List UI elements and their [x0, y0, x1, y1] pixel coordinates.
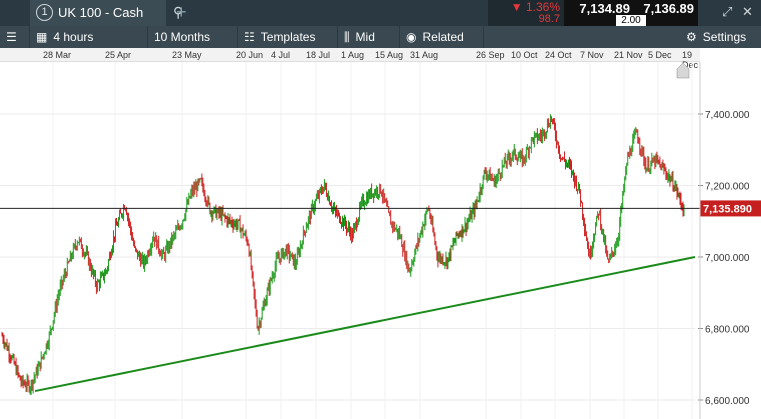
- interval-label: 4 hours: [53, 30, 94, 44]
- candles-icon: ⫼: [344, 29, 350, 44]
- support-trendline: [34, 256, 696, 393]
- date-label: 23 May: [172, 50, 202, 60]
- date-label: 24 Oct: [545, 50, 572, 60]
- y-tick-label: 7,200.000: [705, 182, 750, 193]
- top-bar: 1 UK 100 - Cash ⚲ + ▼ 1.36% 98.7 7,134.8…: [0, 0, 761, 26]
- date-label: 21 Nov: [614, 50, 643, 60]
- scroll-marker-icon[interactable]: [676, 62, 690, 79]
- chart-toolbar: ☰ ▦ 4 hours 10 Months ☷ Templates ⫼ Mid ◉ Re…: [0, 26, 761, 48]
- price-type-label: Mid: [355, 30, 375, 44]
- date-label: 20 Jun: [236, 50, 264, 60]
- related-button[interactable]: ◉ Related: [400, 26, 484, 48]
- current-price-label: 7,135.890: [703, 203, 752, 215]
- sliders-icon: ☷: [244, 30, 255, 44]
- price-axis: 7,400.000 7,200.000 7,000.000 6,800.000 6,60…: [698, 62, 750, 419]
- date-label: 7 Nov: [580, 50, 604, 60]
- expand-icon[interactable]: ⤢: [722, 4, 732, 20]
- date-label: 31 Aug: [410, 50, 439, 60]
- templates-label: Templates: [260, 30, 316, 44]
- buy-price: 7,136.89: [643, 1, 694, 16]
- y-tick-label: 7,400.000: [705, 110, 750, 121]
- date-label: 28 Mar: [43, 50, 72, 60]
- date-label: 4 Jul: [271, 50, 291, 60]
- tab-number-badge: 1: [36, 4, 53, 21]
- instrument-title: UK 100 - Cash: [58, 5, 144, 20]
- related-label: Related: [422, 30, 464, 44]
- date-label: 15 Aug: [375, 50, 404, 60]
- settings-button[interactable]: ⚙ Settings: [680, 26, 761, 48]
- add-tab-icon[interactable]: +: [176, 2, 187, 23]
- trendline[interactable]: [34, 256, 696, 393]
- range-selector[interactable]: 10 Months: [148, 26, 238, 48]
- current-price-line: 7,135.890: [0, 200, 761, 217]
- date-label: 10 Oct: [511, 50, 538, 60]
- date-label: 5 Dec: [648, 50, 672, 60]
- grid: [0, 62, 695, 419]
- date-axis: 28 Mar 25 Apr 23 May 20 Jun 4 Jul 18 Jul…: [0, 48, 700, 70]
- instrument-tab[interactable]: 1 UK 100 - Cash ⚲: [30, 0, 183, 26]
- templates-button[interactable]: ☷ Templates: [238, 26, 338, 48]
- price-bars: [1, 114, 685, 395]
- y-tick-label: 6,600.000: [705, 396, 750, 407]
- close-icon[interactable]: ✕: [742, 4, 753, 20]
- spread-value: 2.00: [616, 15, 646, 26]
- eye-icon: ◉: [406, 30, 417, 44]
- y-tick-label: 7,000.000: [705, 253, 750, 264]
- price-type-selector[interactable]: ⫼ Mid: [338, 26, 400, 48]
- sell-price: 7,134.89: [579, 1, 630, 16]
- date-label: 1 Aug: [341, 50, 365, 60]
- price-change: ▼ 1.36% 98.7: [488, 0, 564, 26]
- y-tick-label: 6,800.000: [705, 325, 750, 336]
- settings-label: Settings: [702, 30, 747, 44]
- date-label: 26 Sep: [476, 50, 505, 60]
- price-chart[interactable]: 7,135.890 7,400.000 7,200.000 7,000.000 6,8…: [0, 62, 761, 419]
- menu-icon: ☰: [6, 30, 17, 44]
- interval-selector[interactable]: ▦ 4 hours: [30, 26, 148, 48]
- range-label: 10 Months: [154, 30, 211, 44]
- date-label: 25 Apr: [105, 50, 132, 60]
- change-points: 98.7: [538, 13, 560, 25]
- grid-icon: ▦: [36, 30, 48, 44]
- menu-button[interactable]: ☰: [0, 26, 30, 48]
- date-label: 18 Jul: [306, 50, 331, 60]
- gear-icon: ⚙: [686, 30, 697, 44]
- change-percent: ▼ 1.36%: [510, 0, 560, 14]
